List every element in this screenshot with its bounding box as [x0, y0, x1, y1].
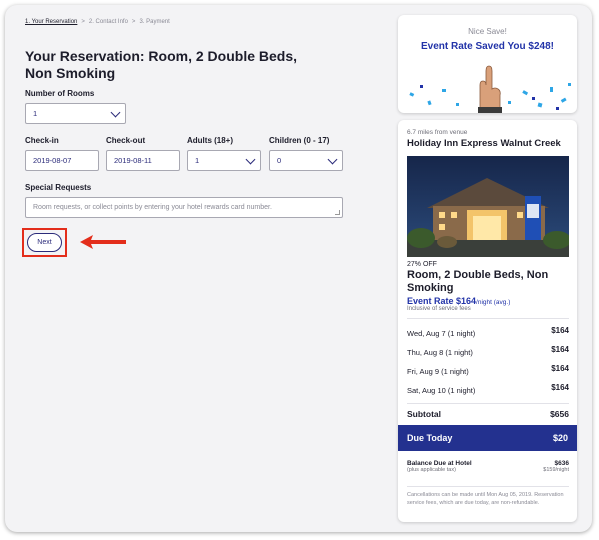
night-row: Thu, Aug 8 (1 night) $164 — [407, 345, 569, 357]
checkin-label: Check-in — [25, 136, 59, 145]
rooms-label: Number of Rooms — [25, 89, 95, 98]
night-amount: $164 — [551, 345, 569, 354]
breadcrumb-separator: > — [81, 19, 85, 25]
balance-label: Balance Due at Hotel — [407, 460, 472, 467]
special-requests-label: Special Requests — [25, 183, 92, 192]
night-amount: $164 — [551, 326, 569, 335]
night-label: Wed, Aug 7 (1 night) — [407, 329, 476, 338]
children-select-value: 0 — [277, 156, 282, 165]
celebration-hand-icon — [409, 65, 571, 113]
savings-amount-text: Event Rate Saved You $248! — [420, 41, 555, 52]
chevron-down-icon — [245, 154, 256, 164]
event-rate: Event Rate $164/night (avg.) — [407, 296, 510, 306]
breadcrumb-separator: > — [131, 19, 136, 25]
next-button[interactable]: Next — [27, 233, 62, 252]
event-rate-value: Event Rate $164 — [407, 296, 477, 306]
balance-per-night: $159/night — [543, 467, 569, 473]
fees-note: Inclusive of service fees — [407, 306, 471, 312]
next-button-highlight: Next — [22, 228, 67, 257]
booking-window: 1. Your Reservation >2. Contact Info >3. P… — [5, 5, 592, 532]
pointer-arrow-icon — [80, 235, 126, 249]
night-amount: $164 — [551, 383, 569, 392]
event-rate-suffix: /night (avg.) — [476, 299, 511, 306]
night-label: Fri, Aug 9 (1 night) — [407, 367, 469, 376]
balance-amounts: $636 $159/night — [543, 460, 569, 473]
breadcrumb-step-contact: 2. Contact Info — [88, 19, 128, 25]
breadcrumb-step-payment: 3. Payment — [139, 19, 170, 25]
chevron-down-icon — [110, 107, 121, 117]
rooms-select[interactable]: 1 — [25, 103, 126, 124]
rooms-select-value: 1 — [33, 109, 38, 118]
adults-select-value: 1 — [195, 156, 200, 165]
due-today-bar: Due Today $20 — [398, 425, 577, 451]
room-type: Room, 2 Double Beds, Non Smoking — [407, 269, 549, 294]
due-today-amount: $20 — [552, 433, 568, 443]
subtotal-amount: $656 — [550, 409, 569, 419]
children-select[interactable]: 0 — [269, 150, 343, 171]
due-today-label: Due Today — [407, 433, 453, 443]
hotel-name[interactable]: Holiday Inn Express Walnut Creek — [407, 138, 561, 149]
adults-select[interactable]: 1 — [187, 150, 261, 171]
breadcrumb-step-reservation[interactable]: 1. Your Reservation — [25, 19, 77, 25]
divider — [407, 318, 569, 319]
hotel-summary-card: 6.7 miles from venue Holiday Inn Express… — [398, 120, 577, 522]
night-label: Sat, Aug 10 (1 night) — [407, 386, 476, 395]
special-requests-placeholder: Room requests, or collect points by ente… — [33, 204, 272, 211]
page-title: Your Reservation: Room, 2 Double Beds, N… — [25, 48, 298, 81]
breadcrumb: 1. Your Reservation >2. Contact Info >3. P… — [25, 19, 170, 25]
checkin-date-value: 2019-08-07 — [33, 156, 72, 165]
savings-heading: Nice Save! — [468, 27, 507, 36]
divider — [407, 486, 569, 487]
checkout-date-input[interactable]: 2019-08-11 — [106, 150, 180, 171]
adults-label: Adults (18+) — [187, 136, 234, 145]
cancellation-policy: Cancellations can be made until Mon Aug … — [407, 492, 564, 506]
divider — [407, 403, 569, 404]
night-amount: $164 — [551, 364, 569, 373]
balance-row: Balance Due at Hotel (plus applicable ta… — [407, 460, 569, 473]
checkout-label: Check-out — [106, 136, 146, 145]
hotel-distance: 6.7 miles from venue — [407, 129, 468, 136]
balance-amount: $636 — [554, 460, 569, 467]
subtotal-label: Subtotal — [407, 409, 441, 419]
hotel-photo — [407, 156, 569, 257]
checkin-date-input[interactable]: 2019-08-07 — [25, 150, 99, 171]
subtotal-row: Subtotal $656 — [407, 409, 569, 419]
children-label: Children (0 - 17) — [269, 136, 330, 145]
night-label: Thu, Aug 8 (1 night) — [407, 348, 473, 357]
checkout-date-value: 2019-08-11 — [114, 156, 152, 165]
night-row: Sat, Aug 10 (1 night) $164 — [407, 383, 569, 395]
chevron-down-icon — [327, 154, 338, 164]
discount-label: 27% OFF — [407, 261, 437, 268]
savings-card: Nice Save! Event Rate Saved You $248! — [398, 15, 577, 113]
resize-handle-icon[interactable] — [335, 210, 340, 215]
night-row: Fri, Aug 9 (1 night) $164 — [407, 364, 569, 376]
special-requests-textarea[interactable]: Room requests, or collect points by ente… — [25, 197, 343, 218]
night-row: Wed, Aug 7 (1 night) $164 — [407, 326, 569, 338]
